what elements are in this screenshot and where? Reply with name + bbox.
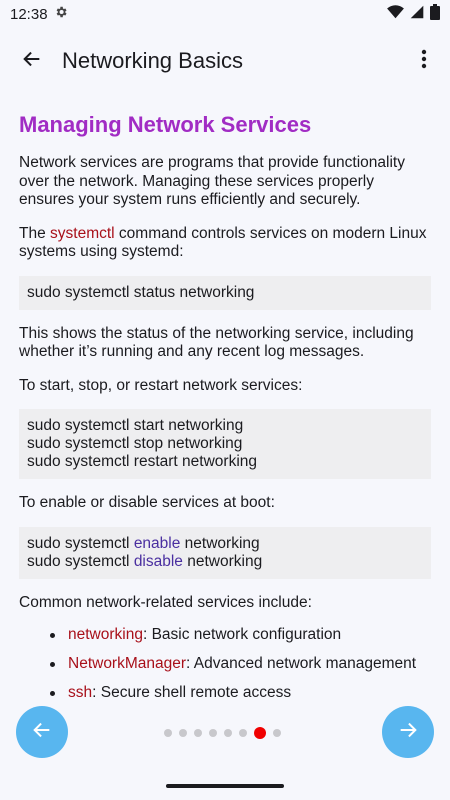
- page-dot: [179, 729, 187, 737]
- list-item: ssh: Secure shell remote access: [19, 684, 431, 697]
- more-options-button[interactable]: [412, 45, 436, 77]
- code-line: sudo systemctl stop networking: [27, 435, 243, 452]
- previous-page-button[interactable]: [16, 706, 68, 758]
- service-desc: : Secure shell remote access: [92, 684, 292, 697]
- service-desc: : Basic network configuration: [142, 626, 342, 643]
- page-dot: [209, 729, 217, 737]
- page-dot: [239, 729, 247, 737]
- text-segment: sudo systemctl: [27, 534, 134, 552]
- status-left: 12:38: [10, 5, 68, 23]
- page-title: Networking Basics: [62, 48, 243, 73]
- systemctl-paragraph: The systemctl command controls services …: [19, 225, 431, 262]
- code-block-enable: sudo systemctl enable networking sudo sy…: [19, 526, 431, 579]
- home-indicator[interactable]: [166, 784, 284, 788]
- page-dot: [224, 729, 232, 737]
- list-item: networking: Basic network configuration: [19, 626, 431, 644]
- section-heading: Managing Network Services: [19, 112, 312, 137]
- text-segment: networking: [182, 552, 263, 570]
- start-stop-paragraph: To start, stop, or restart network servi…: [19, 376, 303, 394]
- status-time: 12:38: [10, 5, 48, 23]
- bullet-icon: [50, 662, 55, 667]
- page-dot: [164, 729, 172, 737]
- keyword-systemctl: systemctl: [50, 224, 115, 242]
- text-segment: The: [19, 224, 51, 242]
- next-page-button[interactable]: [382, 706, 434, 758]
- code-block-start-stop: sudo systemctl start networking sudo sys…: [19, 409, 431, 479]
- settings-gear-icon: [54, 5, 68, 23]
- keyword-enable: enable: [133, 534, 181, 552]
- wifi-icon: [387, 5, 404, 23]
- enable-paragraph: To enable or disable services at boot:: [19, 494, 275, 511]
- arrow-right-icon: [397, 719, 419, 746]
- arrow-left-icon: [21, 48, 43, 75]
- app-bar: Networking Basics: [0, 28, 450, 94]
- status-bar: 12:38: [0, 0, 450, 28]
- code-block-status: sudo systemctl status networking: [19, 275, 431, 310]
- back-button[interactable]: [7, 36, 57, 86]
- bullet-icon: [50, 633, 55, 638]
- status-explain-paragraph: This shows the status of the networking …: [19, 324, 414, 361]
- service-name: ssh: [68, 684, 93, 697]
- page-indicator: [164, 727, 281, 739]
- more-vert-icon: [421, 49, 427, 74]
- keyword-disable: disable: [133, 552, 183, 570]
- code-line: sudo systemctl start networking: [27, 417, 244, 434]
- page-dot-active: [254, 727, 266, 739]
- service-desc: : Advanced network management: [186, 655, 417, 672]
- service-name: networking: [68, 626, 143, 643]
- list-item: NetworkManager: Advanced network managem…: [19, 655, 431, 673]
- cell-signal-icon: [410, 5, 424, 23]
- page-dot: [194, 729, 202, 737]
- page-dot: [273, 729, 281, 737]
- text-segment: networking: [180, 534, 260, 552]
- battery-icon: [430, 4, 440, 24]
- text-segment: sudo systemctl: [27, 552, 134, 570]
- arrow-left-icon: [31, 719, 53, 746]
- bullet-icon: [50, 691, 55, 696]
- code-line: sudo systemctl disable networking: [27, 553, 423, 571]
- code-line: sudo systemctl enable networking: [27, 535, 423, 553]
- status-right: [387, 4, 440, 24]
- article-content[interactable]: Managing Network Services Network servic…: [0, 94, 450, 697]
- intro-paragraph: Network services are programs that provi…: [19, 154, 405, 208]
- code-line: sudo systemctl status networking: [27, 283, 255, 301]
- code-line: sudo systemctl restart networking: [27, 453, 258, 470]
- services-paragraph: Common network-related services include:: [19, 593, 312, 611]
- services-list: networking: Basic network configuration …: [19, 626, 431, 697]
- service-name: NetworkManager: [68, 655, 187, 672]
